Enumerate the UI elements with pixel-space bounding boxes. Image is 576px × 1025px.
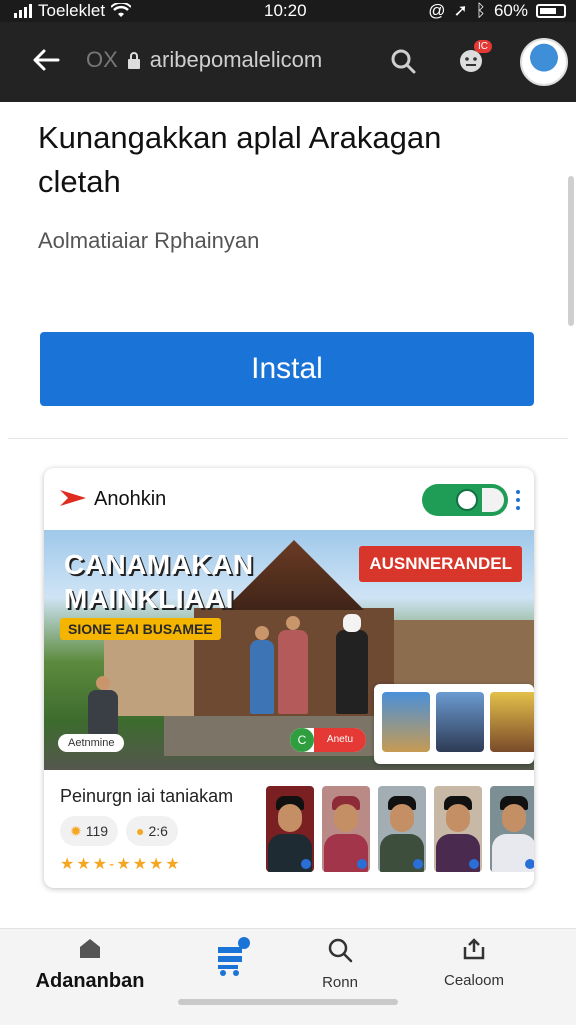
install-button[interactable]: Instal [40, 332, 534, 406]
url-prefix: OX [86, 47, 118, 72]
notifications-button[interactable]: IC [450, 40, 492, 82]
profile-thumbnail[interactable] [434, 786, 482, 872]
battery-icon [536, 4, 566, 18]
nav-item-search[interactable]: Ronn [270, 937, 410, 997]
app-preview-card: Anohkin CANAMAKAN MAINKLIAAI SIONE EAI B… [44, 468, 534, 888]
url-bar[interactable]: OX aribepomalelicom [86, 44, 386, 76]
profile-thumbnail[interactable] [266, 786, 314, 872]
c-icon: C [290, 728, 314, 752]
scrollbar[interactable] [568, 176, 574, 326]
mini-thumbnail[interactable] [490, 692, 534, 752]
emoji-icon: ● [136, 823, 145, 839]
nav-label-share: Cealoom [443, 972, 505, 989]
banner-tagline: SIONE EAI BUSAMEE [60, 618, 221, 640]
mini-thumbnail[interactable] [436, 692, 484, 752]
card-footer-title: Peinurgn iai taniakam [60, 786, 234, 806]
notification-badge: IC [474, 40, 492, 53]
rating-stars: ★★★-★★★★ [60, 856, 182, 873]
wifi-icon [111, 3, 132, 17]
search-icon [328, 938, 353, 963]
nav-label-search: Ronn [322, 974, 358, 991]
stat-chip[interactable]: ● 2:6 [126, 816, 178, 846]
mini-thumbnails [374, 684, 534, 764]
carrier-name: Toeleklet [38, 1, 106, 20]
promo-banner[interactable]: CANAMAKAN MAINKLIAAI SIONE EAI BUSAMEE A… [44, 530, 534, 770]
alarm-icon: @ [428, 1, 446, 20]
title-line-2: cletah [38, 164, 121, 199]
sun-icon: ✹ [70, 822, 82, 839]
card-header: Anohkin [44, 468, 534, 530]
pavilion-steps [164, 716, 404, 756]
card-footer: Peinurgn iai taniakam ✹ 119 ● 2:6 ★★★-★★… [44, 770, 534, 888]
headline-line-2: MAINKLIAAI [64, 583, 234, 614]
search-icon [391, 49, 416, 74]
profile-thumbnail[interactable] [490, 786, 534, 872]
brand-logo-icon [60, 490, 86, 506]
url-text: aribepomalelicom [149, 47, 323, 72]
location-icon: ➚ [453, 1, 468, 20]
more-options-icon[interactable] [516, 490, 520, 510]
back-arrow-icon[interactable] [28, 42, 64, 78]
profile-thumbnail[interactable] [378, 786, 426, 872]
banner-action-pill[interactable]: C Anetu [290, 728, 366, 752]
nav-item-home[interactable]: Adananban [20, 937, 160, 997]
person-figure [336, 614, 368, 714]
banner-red-tag: AUSNNERANDEL [359, 546, 522, 582]
brand-name: Anohkin [94, 488, 167, 510]
nav-label-home: Adananban [35, 970, 145, 992]
clock: 10:20 [264, 1, 307, 20]
share-icon [463, 938, 485, 960]
toggle-switch[interactable] [422, 484, 508, 516]
banner-mid-pill-label: Anetu [314, 728, 366, 752]
bottom-nav: Adananban Ronn Cealoom [0, 928, 576, 1025]
page-title: Kunangakkan aplal Arakagan cletah [38, 116, 518, 204]
stat-chip[interactable]: ✹ 119 [60, 816, 119, 846]
status-bar: Toeleklet 10:20 @ ➚ ᛒ 60% [0, 0, 576, 22]
title-line-1: Kunangakkan aplal Arakagan [38, 120, 442, 155]
signal-icon [14, 4, 32, 18]
battery-percent: 60% [493, 1, 528, 20]
lock-icon [127, 52, 140, 69]
cart-icon [218, 937, 250, 976]
browser-toolbar: OX aribepomalelicom IC [0, 22, 576, 102]
profile-thumbnail[interactable] [322, 786, 370, 872]
person-figure [88, 676, 118, 734]
home-icon [80, 939, 100, 958]
banner-left-pill[interactable]: Aetnmine [58, 734, 125, 752]
headline-line-1: CANAMAKAN [64, 549, 254, 580]
search-button[interactable] [382, 40, 424, 82]
divider [8, 438, 568, 439]
person-figure [278, 616, 308, 714]
toggle-track-off [482, 488, 504, 512]
avatar[interactable] [520, 38, 568, 86]
stat-chip-value: 119 [85, 823, 109, 839]
home-indicator[interactable] [178, 999, 398, 1005]
page-subtitle: Aolmatiaiar Rphainyan [38, 228, 260, 253]
banner-headline: CANAMAKAN MAINKLIAAI [64, 548, 254, 616]
person-figure [250, 626, 274, 714]
bluetooth-icon: ᛒ [475, 1, 486, 20]
stat-chip-value: 2:6 [148, 823, 168, 839]
mini-thumbnail[interactable] [382, 692, 430, 752]
toggle-knob [456, 489, 478, 511]
nav-item-share[interactable]: Cealoom [404, 937, 544, 997]
